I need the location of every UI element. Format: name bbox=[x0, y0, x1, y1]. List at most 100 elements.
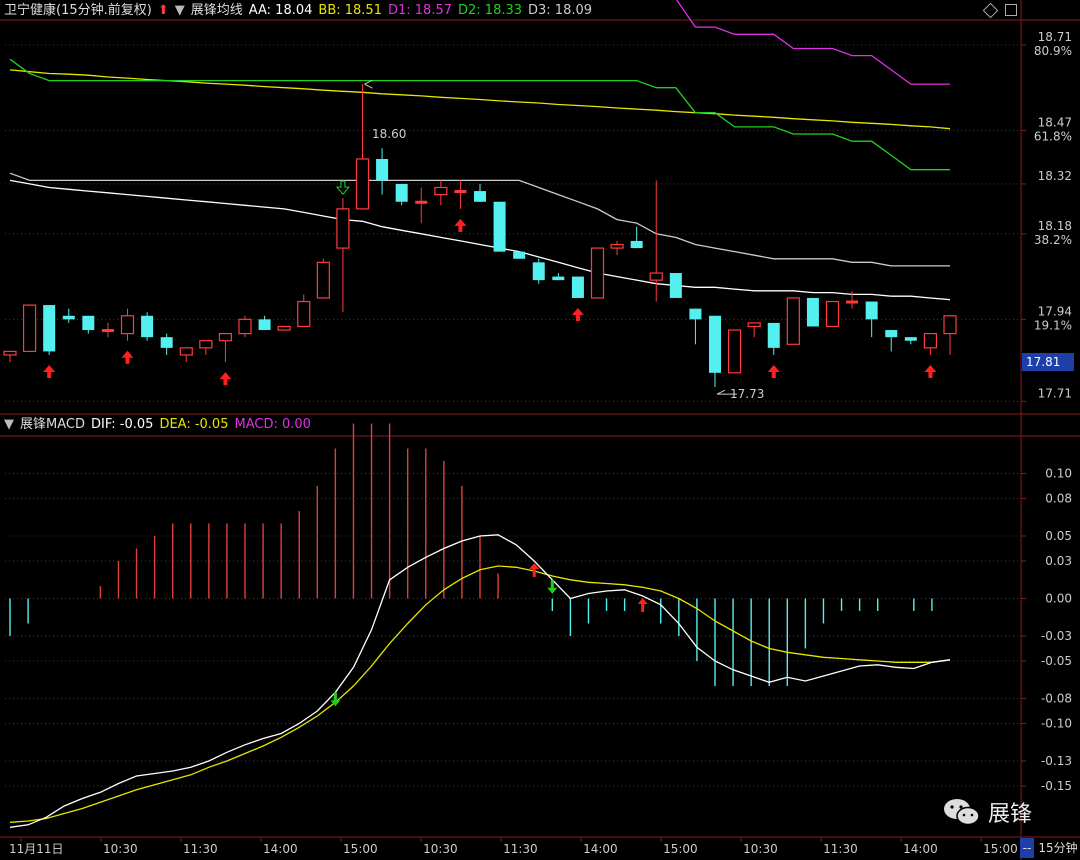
current-price-badge: 17.81 bbox=[1022, 353, 1074, 371]
price-axis-label: 18.47 bbox=[1038, 115, 1072, 129]
candle-body-down bbox=[865, 301, 878, 320]
candle-body-up bbox=[590, 247, 605, 299]
time-axis-label: 10:30 bbox=[103, 842, 138, 856]
macd-indicator-name[interactable]: 展锋MACD bbox=[20, 414, 85, 436]
macd-value: MACD: 0.00 bbox=[234, 417, 311, 432]
price-axis-label: 18.32 bbox=[1038, 169, 1072, 183]
macd-panel-header: ▼ 展锋MACD DIF: -0.05 DEA: -0.05 MACD: 0.0… bbox=[0, 414, 311, 436]
square-icon[interactable] bbox=[1005, 4, 1017, 16]
candle-body-up bbox=[3, 350, 17, 356]
period-selector[interactable]: 15分钟 bbox=[1036, 838, 1080, 858]
macd-axis-label: -0.08 bbox=[1041, 692, 1072, 706]
watermark-text: 展锋 bbox=[988, 802, 1033, 827]
candle-body-down bbox=[669, 273, 682, 298]
d3-value: D3: 18.09 bbox=[528, 3, 593, 18]
time-axis-label: 14:00 bbox=[583, 842, 618, 856]
candle-body-up bbox=[179, 347, 193, 356]
high-price-label: 18.60 bbox=[372, 127, 407, 141]
candle-body-up bbox=[218, 333, 233, 342]
candle-body-down bbox=[376, 158, 389, 181]
candle-body-down bbox=[62, 315, 75, 320]
bb-value: BB: 18.51 bbox=[318, 3, 382, 18]
watermark: 展锋 bbox=[942, 795, 1032, 829]
candle-body-down bbox=[552, 276, 565, 281]
price-axis-label: 18.71 bbox=[1038, 30, 1072, 44]
candle-body-down bbox=[571, 276, 584, 298]
macd-axis-label: 0.10 bbox=[1045, 467, 1072, 481]
candle-body-down bbox=[709, 315, 721, 373]
buy-signal-arrow-icon bbox=[767, 364, 780, 378]
d2-value: D2: 18.33 bbox=[458, 3, 523, 18]
period-extra[interactable]: -- bbox=[1020, 838, 1034, 858]
macd-axis-label: 0.03 bbox=[1045, 554, 1072, 568]
wechat-icon bbox=[944, 799, 980, 826]
red-up-arrow-icon: ⬆ bbox=[157, 3, 169, 18]
d1-value: D1: 18.57 bbox=[387, 3, 452, 18]
time-axis-label: 15:00 bbox=[983, 842, 1018, 856]
buy-signal-arrow-icon bbox=[43, 364, 56, 378]
candle-body-up bbox=[277, 325, 291, 331]
candle-body-up bbox=[120, 315, 135, 335]
candle-body-doji bbox=[415, 200, 428, 204]
candle-body-down bbox=[904, 337, 917, 341]
buy-signal-arrow-icon bbox=[454, 218, 467, 232]
candle-body-down bbox=[258, 319, 271, 331]
high-marker bbox=[364, 79, 373, 89]
time-axis-label: 10:30 bbox=[423, 842, 458, 856]
candle-body-down bbox=[885, 330, 898, 338]
candle-body-down bbox=[767, 322, 780, 348]
candle-body-down bbox=[689, 308, 702, 320]
candle-body-up bbox=[238, 318, 252, 335]
candle-body-up bbox=[943, 315, 957, 335]
candle-body-up bbox=[649, 272, 663, 281]
candle-body-up bbox=[825, 300, 840, 328]
macd-axis-label: 0.00 bbox=[1045, 592, 1072, 606]
candle-body-up bbox=[316, 261, 330, 299]
candle-body-up bbox=[923, 333, 938, 349]
time-axis-label: 14:00 bbox=[903, 842, 938, 856]
low-price-label: 17.73 bbox=[730, 387, 765, 401]
settings-diamond-icon[interactable]: ▼ bbox=[4, 414, 14, 436]
candle-body-up bbox=[336, 208, 350, 249]
candle-body-up bbox=[727, 329, 742, 374]
candle-body-doji bbox=[454, 190, 467, 194]
candle-body-up bbox=[199, 340, 213, 349]
candle-body-up bbox=[434, 186, 448, 196]
dif-value: DIF: -0.05 bbox=[90, 417, 154, 432]
time-axis-label: 11:30 bbox=[503, 842, 538, 856]
macd-axis-label: -0.13 bbox=[1041, 754, 1072, 768]
candle-body-up bbox=[747, 322, 761, 328]
macd-axis-label: -0.10 bbox=[1041, 717, 1072, 731]
candle-body-down bbox=[43, 305, 56, 352]
candle-body-down bbox=[493, 201, 506, 252]
candle-body-down bbox=[806, 297, 819, 327]
candle-body-down bbox=[474, 191, 486, 202]
price-percent-label: 61.8% bbox=[1034, 129, 1072, 143]
dea-value: DEA: -0.05 bbox=[159, 417, 229, 432]
price-axis-label: 17.94 bbox=[1038, 304, 1072, 318]
candle-body-down bbox=[630, 240, 643, 249]
time-axis-label: 11月11日 bbox=[9, 842, 64, 856]
price-percent-label: 19.1% bbox=[1034, 318, 1072, 332]
candle-body-down bbox=[160, 337, 173, 348]
candle-body-down bbox=[532, 262, 545, 281]
indicator-name[interactable]: 展锋均线 bbox=[191, 0, 243, 22]
sell-signal-arrow-icon bbox=[335, 180, 351, 195]
macd-axis-label: 0.08 bbox=[1045, 492, 1072, 506]
time-axis-label: 15:00 bbox=[663, 842, 698, 856]
candle-body-doji bbox=[101, 329, 114, 333]
price-percent-label: 38.2% bbox=[1034, 233, 1072, 247]
dea-line bbox=[9, 565, 951, 823]
stock-title[interactable]: 卫宁健康(15分钟.前复权) bbox=[4, 0, 152, 22]
macd-axis-label: -0.05 bbox=[1041, 654, 1072, 668]
macd-axis-label: 0.05 bbox=[1045, 529, 1072, 543]
macd-buy-arrow-icon bbox=[637, 598, 648, 612]
candle-body-up bbox=[355, 158, 370, 210]
price-axis-label: 18.18 bbox=[1038, 219, 1072, 233]
settings-diamond-icon[interactable]: ▼ bbox=[175, 0, 185, 22]
time-axis-label: 11:30 bbox=[823, 842, 858, 856]
candle-body-down bbox=[82, 315, 95, 331]
time-axis-label: 14:00 bbox=[263, 842, 298, 856]
candle-body-down bbox=[395, 183, 408, 202]
candle-body-up bbox=[297, 300, 311, 328]
